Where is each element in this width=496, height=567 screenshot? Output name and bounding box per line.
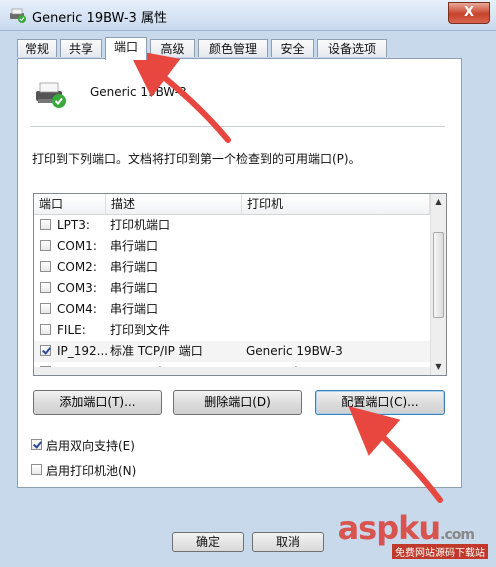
printer-icon <box>36 82 66 108</box>
column-header-description[interactable]: 描述 <box>106 194 242 214</box>
title-bar: Generic 19BW-3 属性 X <box>0 0 496 31</box>
delete-port-button[interactable]: 删除端口(D) <box>173 390 302 415</box>
tab-sharing[interactable]: 共享 <box>60 39 102 57</box>
port-desc: 串行端口 <box>110 239 159 253</box>
separator <box>30 126 445 127</box>
printer-name: Generic 19BW-3 <box>90 85 187 99</box>
horizontal-scrollbar[interactable] <box>34 367 430 375</box>
port-printer <box>246 215 426 236</box>
bidirectional-checkbox[interactable] <box>31 439 42 450</box>
tab-device-options[interactable]: 设备选项 <box>317 39 387 57</box>
list-header: 端口 描述 打印机 <box>34 194 430 215</box>
table-row[interactable]: COM1: 串行端口 <box>34 236 430 257</box>
table-row[interactable]: COM4: 串行端口 <box>34 299 430 320</box>
pooling-checkbox[interactable] <box>31 464 42 475</box>
scroll-thumb[interactable] <box>433 232 444 318</box>
port-name: COM4: <box>57 302 97 316</box>
scroll-down-icon[interactable]: ▼ <box>431 359 446 375</box>
table-row[interactable]: COM2: 串行端口 <box>34 257 430 278</box>
tab-advanced[interactable]: 高级 <box>150 39 195 57</box>
port-name: LPT3: <box>57 218 90 232</box>
tab-color-management[interactable]: 颜色管理 <box>198 39 268 57</box>
port-desc: 串行端口 <box>110 260 159 274</box>
table-row[interactable]: FILE: 打印到文件 <box>34 320 430 341</box>
port-name: FILE: <box>57 323 86 337</box>
tab-ports[interactable]: 端口 <box>105 37 147 60</box>
port-name: IP_192... <box>57 344 107 358</box>
port-checkbox[interactable] <box>40 282 51 293</box>
configure-port-button[interactable]: 配置端口(C)... <box>315 390 445 415</box>
column-header-printer[interactable]: 打印机 <box>242 194 430 214</box>
port-desc: 打印机端口 <box>110 218 171 232</box>
tab-security[interactable]: 安全 <box>271 39 314 57</box>
port-printer <box>246 299 426 320</box>
port-checkbox[interactable] <box>40 261 51 272</box>
watermark-subtext: 免费网站源码下载站 <box>392 544 488 559</box>
table-row[interactable]: COM3: 串行端口 <box>34 278 430 299</box>
port-description: 打印到下列端口。文档将打印到第一个检查到的可用端口(P)。 <box>32 152 361 166</box>
watermark-logo: aspku.com 免费网站源码下载站 <box>322 509 492 559</box>
port-printer <box>246 236 426 257</box>
ok-button[interactable]: 确定 <box>172 532 244 552</box>
port-printer <box>246 278 426 299</box>
column-header-port[interactable]: 端口 <box>34 194 106 214</box>
port-checkbox[interactable] <box>40 219 51 230</box>
port-checkbox[interactable] <box>40 240 51 251</box>
port-name: COM1: <box>57 239 97 253</box>
table-row[interactable]: IP_192... 标准 TCP/IP 端口 Generic 19BW-3 <box>34 341 430 362</box>
vertical-scrollbar[interactable]: ▲ ▼ <box>430 194 446 375</box>
scroll-up-icon[interactable]: ▲ <box>431 194 446 210</box>
add-port-button[interactable]: 添加端口(T)... <box>33 390 162 415</box>
watermark-text: aspku.com <box>337 509 475 547</box>
port-printer <box>246 257 426 278</box>
port-name: COM3: <box>57 281 97 295</box>
port-desc: 串行端口 <box>110 281 159 295</box>
close-button[interactable]: X <box>448 2 490 24</box>
printer-icon <box>10 8 26 23</box>
ports-list[interactable]: 端口 描述 打印机 LPT3: 打印机端口 COM1: 串行端口 COM2: 串… <box>33 193 447 376</box>
port-desc: 串行端口 <box>110 302 159 316</box>
ports-panel: Generic 19BW-3 打印到下列端口。文档将打印到第一个检查到的可用端口… <box>17 58 462 488</box>
port-printer: Generic 19BW-3 <box>246 344 343 358</box>
tab-general[interactable]: 常规 <box>17 39 57 57</box>
port-name: COM2: <box>57 260 97 274</box>
bidirectional-label[interactable]: 启用双向支持(E) <box>46 437 135 454</box>
cancel-button[interactable]: 取消 <box>252 532 324 552</box>
port-printer <box>246 320 426 341</box>
pooling-label[interactable]: 启用打印机池(N) <box>46 462 136 479</box>
port-desc: 标准 TCP/IP 端口 <box>110 344 203 358</box>
window-title: Generic 19BW-3 属性 <box>32 11 167 26</box>
port-checkbox[interactable] <box>40 345 51 356</box>
port-desc: 打印到文件 <box>110 323 171 337</box>
port-checkbox[interactable] <box>40 324 51 335</box>
port-checkbox[interactable] <box>40 303 51 314</box>
table-row[interactable]: LPT3: 打印机端口 <box>34 215 430 236</box>
